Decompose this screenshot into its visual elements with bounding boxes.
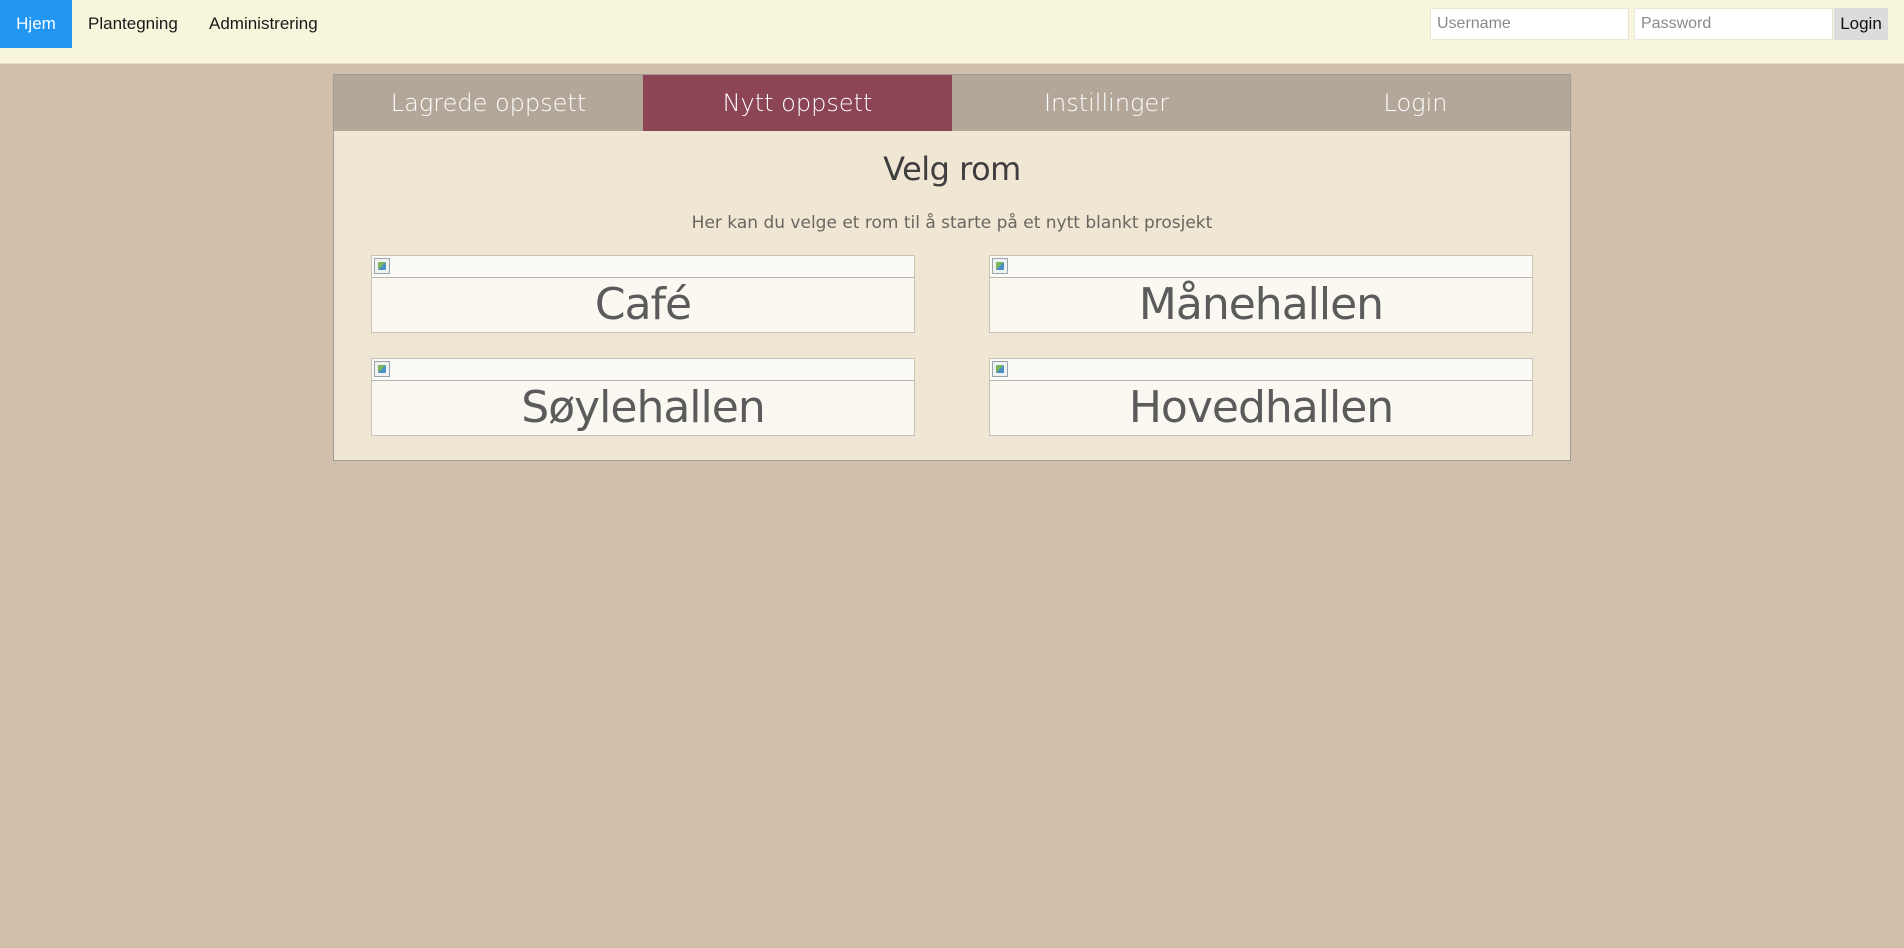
room-image xyxy=(990,256,1532,278)
top-navbar: Hjem Plantegning Administrering Login xyxy=(0,0,1904,64)
tab-lagrede-oppsett[interactable]: Lagrede oppsett xyxy=(334,75,643,131)
tab-instillinger[interactable]: Instillinger xyxy=(952,75,1261,131)
page-title: Velg rom xyxy=(883,150,1021,188)
room-label: Månehallen xyxy=(1138,279,1384,330)
nav-administrering[interactable]: Administrering xyxy=(209,0,318,48)
main-panel: Lagrede oppsett Nytt oppsett Instillinge… xyxy=(333,74,1571,461)
room-card-manehallen[interactable]: Månehallen xyxy=(989,255,1533,333)
room-image xyxy=(990,359,1532,381)
nav-plantegning[interactable]: Plantegning xyxy=(88,0,178,48)
room-card-soylehallen[interactable]: Søylehallen xyxy=(371,358,915,436)
room-card-hovedhallen[interactable]: Hovedhallen xyxy=(989,358,1533,436)
broken-image-icon xyxy=(374,361,390,377)
broken-image-icon xyxy=(992,361,1008,377)
broken-image-icon xyxy=(992,258,1008,274)
room-label: Søylehallen xyxy=(521,382,765,433)
tab-login[interactable]: Login xyxy=(1261,75,1570,131)
password-input[interactable] xyxy=(1634,8,1833,40)
login-button[interactable]: Login xyxy=(1834,8,1888,40)
tab-bar: Lagrede oppsett Nytt oppsett Instillinge… xyxy=(334,75,1570,131)
username-input[interactable] xyxy=(1430,8,1629,40)
room-image xyxy=(372,359,914,381)
room-image xyxy=(372,256,914,278)
tab-nytt-oppsett[interactable]: Nytt oppsett xyxy=(643,75,952,131)
room-label: Hovedhallen xyxy=(1128,382,1394,433)
room-label: Café xyxy=(594,279,692,330)
room-card-cafe[interactable]: Café xyxy=(371,255,915,333)
broken-image-icon xyxy=(374,258,390,274)
page-subtitle: Her kan du velge et rom til å starte på … xyxy=(691,213,1213,233)
nav-hjem[interactable]: Hjem xyxy=(0,0,72,48)
